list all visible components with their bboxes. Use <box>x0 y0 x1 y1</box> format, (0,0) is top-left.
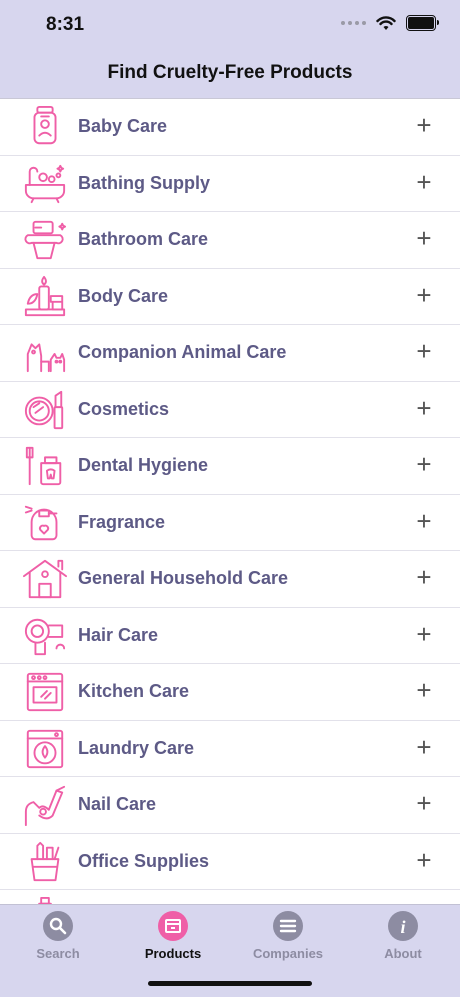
info-icon: i <box>388 911 418 941</box>
menu-list-icon <box>273 911 303 941</box>
category-label: Cosmetics <box>78 398 170 419</box>
category-label: Office Supplies <box>78 850 210 871</box>
category-row-bathroom-care[interactable]: Bathroom Care + <box>0 212 460 269</box>
category-label: Nail Care <box>78 794 157 815</box>
category-row-fragrance[interactable]: Fragrance + <box>0 495 460 551</box>
tab-search[interactable]: Search <box>8 911 108 961</box>
expand-plus-icon[interactable]: + <box>412 621 436 647</box>
page-title: Find Cruelty-Free Products <box>107 62 353 83</box>
expand-plus-icon[interactable]: + <box>412 790 436 816</box>
category-row-general-household-care[interactable]: General Household Care + <box>0 551 460 608</box>
pencil-cup-icon <box>21 840 69 884</box>
wifi-icon <box>376 15 396 30</box>
tab-label: Companies <box>252 946 324 961</box>
expand-plus-icon[interactable]: + <box>412 734 436 760</box>
hair-dryer-icon <box>21 614 69 658</box>
toothbrush-icon <box>21 444 69 488</box>
tab-label: Products <box>144 946 202 961</box>
category-row-bathing-supply[interactable]: Bathing Supply + <box>0 156 460 212</box>
battery-icon <box>406 15 439 31</box>
category-row-dental-hygiene[interactable]: Dental Hygiene + <box>0 438 460 495</box>
oven-icon <box>21 670 69 714</box>
category-label: Baby Care <box>78 116 168 137</box>
category-row-baby-care[interactable]: Baby Care + <box>0 99 460 156</box>
tab-companies[interactable]: Companies <box>238 911 338 961</box>
expand-plus-icon[interactable]: + <box>412 451 436 477</box>
category-list[interactable]: Baby Care + Bathing Supply + Bathroom Care + B… <box>0 98 460 905</box>
mirror-lipstick-icon <box>21 388 69 432</box>
category-label: Laundry Care <box>78 737 195 758</box>
expand-plus-icon[interactable]: + <box>412 225 436 251</box>
expand-plus-icon[interactable]: + <box>412 564 436 590</box>
toilet-icon <box>21 218 69 262</box>
expand-plus-icon[interactable]: + <box>412 508 436 534</box>
category-row-cosmetics[interactable]: Cosmetics + <box>0 382 460 438</box>
perfume-icon <box>21 501 69 545</box>
category-row-body-care[interactable]: Body Care + <box>0 269 460 325</box>
category-row-kitchen-care[interactable]: Kitchen Care + <box>0 664 460 721</box>
spa-candle-icon <box>21 275 69 319</box>
bathtub-icon <box>21 162 69 206</box>
tab-about[interactable]: i About <box>353 911 453 961</box>
expand-plus-icon[interactable]: + <box>412 282 436 308</box>
category-label: Hair Care <box>78 624 159 645</box>
category-row-hair-care[interactable]: Hair Care + <box>0 608 460 664</box>
status-time: 8:31 <box>46 14 85 35</box>
tab-label: About <box>384 946 422 961</box>
category-row-nail-care[interactable]: Nail Care + <box>0 777 460 834</box>
category-row-laundry-care[interactable]: Laundry Care + <box>0 721 460 777</box>
category-row-companion-animal-care[interactable]: Companion Animal Care + <box>0 325 460 382</box>
expand-plus-icon[interactable]: + <box>412 395 436 421</box>
category-label: Bathing Supply <box>78 172 210 193</box>
expand-plus-icon[interactable]: + <box>412 677 436 703</box>
search-icon <box>43 911 73 941</box>
dog-cat-icon <box>21 331 69 375</box>
baby-bottle-icon <box>21 105 69 149</box>
svg-text:i: i <box>400 917 405 937</box>
category-label: General Household Care <box>78 568 289 589</box>
cellular-icon <box>341 21 366 25</box>
status-icons <box>341 15 439 31</box>
category-label: Fragrance <box>78 511 166 532</box>
expand-plus-icon[interactable]: + <box>412 112 436 138</box>
category-row-office-supplies[interactable]: Office Supplies + <box>0 834 460 890</box>
category-label: Body Care <box>78 285 169 306</box>
expand-plus-icon[interactable]: + <box>412 847 436 873</box>
products-box-icon <box>158 911 188 941</box>
category-label: Bathroom Care <box>78 229 209 250</box>
tab-label: Search <box>36 946 80 961</box>
nail-polish-icon <box>21 783 69 827</box>
expand-plus-icon[interactable]: + <box>412 169 436 195</box>
navigation-header: 8:31 Find Cruelty-Free Products <box>0 0 460 98</box>
category-label: Kitchen Care <box>78 681 190 702</box>
tab-products[interactable]: Products <box>123 911 223 961</box>
home-indicator <box>148 981 312 986</box>
category-label: Dental Hygiene <box>78 455 209 476</box>
expand-plus-icon[interactable]: + <box>412 338 436 364</box>
washing-machine-icon <box>21 727 69 771</box>
house-icon <box>21 557 69 601</box>
category-label: Companion Animal Care <box>78 342 287 363</box>
category-row-personal-care[interactable]: Personal Care+ <box>0 890 460 905</box>
